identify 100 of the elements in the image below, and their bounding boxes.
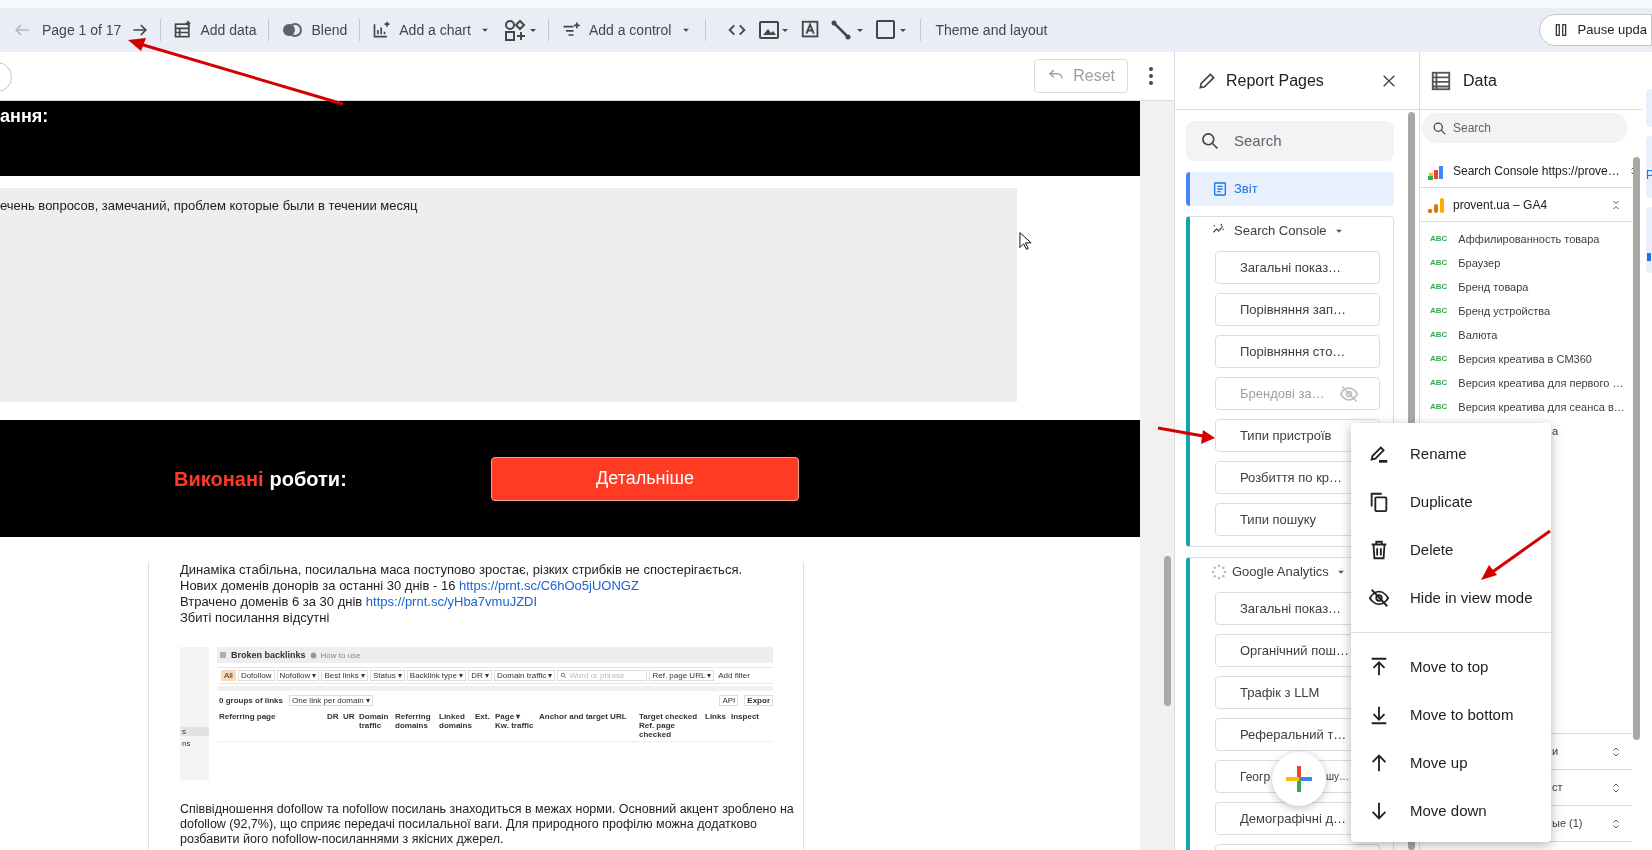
search-icon xyxy=(1432,120,1447,136)
more-options-icon[interactable] xyxy=(1148,66,1154,86)
filter-chip[interactable]: Best links ▾ xyxy=(321,670,368,681)
panel-title: Data xyxy=(1463,70,1497,91)
cursor-icon xyxy=(1019,231,1032,251)
add-control-button[interactable]: Add a control xyxy=(558,19,696,41)
scrollbar[interactable] xyxy=(1164,556,1171,706)
column-header: Inspect xyxy=(731,712,760,721)
column-header: Referring page xyxy=(219,712,277,721)
document-text: Нових доменів донорів за останні 30 днів - 16 https://prnt.sc/C6hOo5jUONGZ xyxy=(180,578,640,594)
group-title[interactable]: Search Console xyxy=(1234,221,1327,241)
section-title: роботи: xyxy=(269,466,347,492)
search-field[interactable]: Search xyxy=(1422,113,1628,143)
table-add-icon xyxy=(173,20,194,40)
filter-chip[interactable]: Status ▾ xyxy=(369,670,405,681)
row-label: ст xyxy=(1552,780,1564,796)
type-label: ABC xyxy=(1430,329,1448,341)
pencil-icon xyxy=(1197,70,1217,91)
type-label: ABC xyxy=(1430,281,1448,293)
page-label: шу… xyxy=(1326,770,1350,784)
document-text: Втрачено доменів 6 за 30 днів https://prnt.sc/yHba7vmuJZDI xyxy=(180,594,539,610)
page-item[interactable]: Порівняння сто… xyxy=(1215,335,1380,368)
column-header: UR xyxy=(343,712,355,721)
field-name[interactable]: а xyxy=(1552,422,1559,440)
side-card[interactable] xyxy=(1646,207,1652,273)
group-title[interactable]: Google Analytics xyxy=(1232,562,1329,582)
eye-slash-icon xyxy=(1338,383,1359,404)
theme-and-layout-button[interactable]: Theme and layout xyxy=(931,19,1052,41)
placeholder-text: Search xyxy=(1453,120,1492,137)
page-item[interactable]: Звіт xyxy=(1186,172,1394,206)
panel-title: Report Pages xyxy=(1226,70,1325,91)
field-name[interactable]: Бренд устройства xyxy=(1458,302,1551,320)
data-source-row[interactable]: provent.ua – GA4 xyxy=(1420,188,1632,222)
heading-text: ання: xyxy=(0,106,49,126)
add-chart-button[interactable]: Add a chart xyxy=(370,19,494,41)
menu-icon xyxy=(219,651,227,659)
column-header: Page ▾ Kw. traffic xyxy=(495,712,535,730)
data-source-name: Search Console https://prove… xyxy=(1453,162,1620,180)
add-filter-button[interactable]: Add filter xyxy=(716,671,752,680)
filter-chip[interactable]: DR ▾ xyxy=(468,670,492,681)
column-header: Linked domains xyxy=(439,712,471,730)
add-page-button[interactable] xyxy=(1272,752,1326,806)
chart-add-icon xyxy=(372,20,393,40)
sidebar-text: s xyxy=(180,727,209,736)
dropdown[interactable]: One link per domain ▾ xyxy=(289,694,373,706)
document-text: Динаміка стабільна, посилальна маса поступово зростає, різких стрибків не спостерігається. xyxy=(180,562,744,578)
row-label: ые (1) xyxy=(1552,816,1584,832)
pause-updates-button[interactable]: Pause upda xyxy=(1538,14,1652,46)
export-button[interactable]: Expor xyxy=(744,694,773,706)
column-header: Ext. xyxy=(475,712,491,721)
field-name[interactable]: Валюта xyxy=(1458,326,1498,344)
page-item[interactable]: Загальні показ… xyxy=(1215,251,1380,284)
screenshot-title: Broken backlinks xyxy=(231,650,306,660)
components-icon[interactable] xyxy=(503,19,538,41)
filter-chip[interactable]: Domain traffic ▾ xyxy=(494,670,556,681)
field-name[interactable]: Версия креатива в CM360 xyxy=(1458,350,1592,368)
copy-icon xyxy=(1368,491,1390,513)
document-icon xyxy=(1212,181,1228,197)
document-text: Збиті посилання відсутні xyxy=(180,610,331,626)
field-name[interactable]: Браузер xyxy=(1458,254,1501,272)
filter-chip[interactable]: Backlink type ▾ xyxy=(406,670,467,681)
bar-chart-icon xyxy=(1427,195,1445,214)
column-header: Anchor and target URL xyxy=(539,712,628,721)
annotation-arrow xyxy=(1481,529,1551,580)
scrollbar[interactable] xyxy=(1633,157,1640,740)
document-paragraph: Співвідношення dofollow та nofollow посилань знаходиться в межах норми. Основний акцент зроблено на dofollow (92,7%), що сприяє передачі посилальної ваги. Для природного профілю можна додатково розбавити його nofollow-посиланнями з якісних джерел. xyxy=(180,802,795,847)
eye-slash-icon xyxy=(1368,587,1390,609)
side-card-icon xyxy=(1647,253,1651,261)
filter-chip[interactable]: Nofollow ▾ xyxy=(276,670,320,681)
filter-chip[interactable]: Dofollow xyxy=(237,670,275,681)
blend-button[interactable]: Blend xyxy=(279,19,350,41)
add-data-button[interactable]: Add data xyxy=(171,19,259,41)
details-button[interactable]: Детальніше xyxy=(491,456,799,501)
type-label: ABC xyxy=(1430,353,1448,365)
page-indicator: Page 1 of 17 xyxy=(42,20,122,40)
column-header: Domain traffic xyxy=(359,712,390,730)
row-label: и xyxy=(1552,744,1560,760)
notes-text: ечень вопросов, замечаний, проблем которые были в течении месяц xyxy=(0,198,418,213)
field-name[interactable]: Аффилированность товара xyxy=(1458,230,1600,248)
sidebar-text: ns xyxy=(181,739,192,748)
field-name[interactable]: Бренд товара xyxy=(1458,278,1529,296)
search-icon xyxy=(1200,131,1220,151)
plus-icon xyxy=(1286,766,1312,792)
field-name[interactable]: Версия креатива для сеанса в… xyxy=(1458,398,1625,416)
section-title: Виконані xyxy=(174,466,264,492)
column-header: Links xyxy=(705,712,727,721)
column-header: Target checked Ref. page checked xyxy=(639,712,699,739)
filter-chip[interactable]: All xyxy=(221,670,236,681)
api-button[interactable]: API xyxy=(719,694,739,706)
search-field[interactable]: Search xyxy=(1186,121,1394,161)
annotation-arrow xyxy=(1157,426,1215,444)
page-item[interactable]: Порівняння зап… xyxy=(1215,293,1380,326)
link[interactable]: https://prnt.sc/C6hOo5jUONGZ xyxy=(459,578,639,593)
filter-chip[interactable]: Ref. page URL ▾ xyxy=(649,670,715,681)
loading-icon xyxy=(1211,564,1227,580)
field-name[interactable]: Версия креатива для первого … xyxy=(1458,374,1624,392)
table-icon xyxy=(1430,69,1452,92)
column-header: DR xyxy=(327,712,339,721)
data-source-name: provent.ua – GA4 xyxy=(1453,196,1549,214)
link[interactable]: https://prnt.sc/yHba7vmuJZDI xyxy=(365,594,538,609)
